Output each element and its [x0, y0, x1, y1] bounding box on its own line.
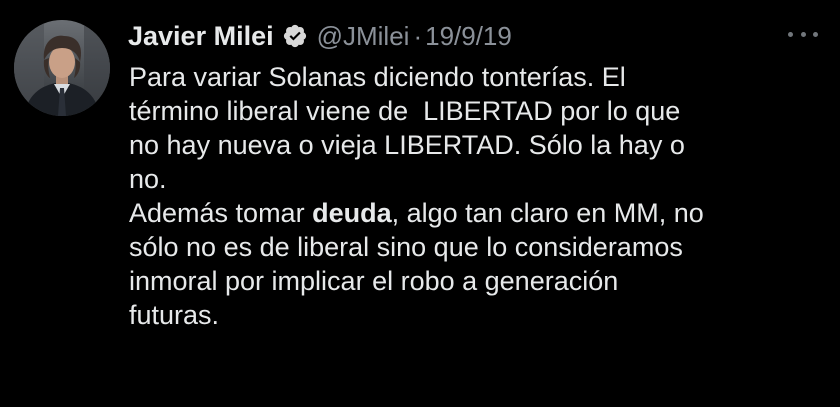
more-dot [813, 31, 818, 37]
tweet-header: Javier Milei @JMilei · 19/9/19 [128, 18, 512, 54]
tweet-line: no. [129, 164, 167, 194]
author-handle[interactable]: @JMilei [317, 21, 410, 52]
tweet-bold-word: deuda [312, 198, 392, 228]
more-options-icon[interactable] [788, 24, 818, 44]
more-dot [788, 31, 793, 37]
tweet-line: sólo no es de liberal sino que lo consid… [129, 232, 683, 262]
tweet-line: inmoral por implicar el robo a generació… [129, 266, 619, 296]
tweet-text-segment: Además tomar [129, 198, 313, 228]
verified-badge-icon [282, 23, 308, 49]
tweet-line: Para variar Solanas diciendo tonterías. … [129, 62, 626, 92]
tweet-line: Además tomar deuda, algo tan claro en MM… [129, 196, 829, 230]
tweet-date[interactable]: 19/9/19 [425, 21, 512, 52]
tweet-card[interactable]: Javier Milei @JMilei · 19/9/19 Para vari… [0, 0, 840, 407]
tweet-line: futuras. [129, 300, 220, 330]
tweet-line: término liberal viene de LIBERTAD por lo… [129, 96, 681, 126]
separator-dot: · [413, 20, 423, 51]
tweet-text-segment: , algo tan claro en MM, no [391, 198, 704, 228]
tweet-text: Para variar Solanas diciendo tonterías. … [129, 60, 829, 332]
author-name[interactable]: Javier Milei [128, 21, 274, 52]
tweet-line: no hay nueva o vieja LIBERTAD. Sólo la h… [129, 130, 685, 160]
more-dot [800, 31, 806, 37]
profile-photo-icon[interactable] [14, 20, 110, 116]
